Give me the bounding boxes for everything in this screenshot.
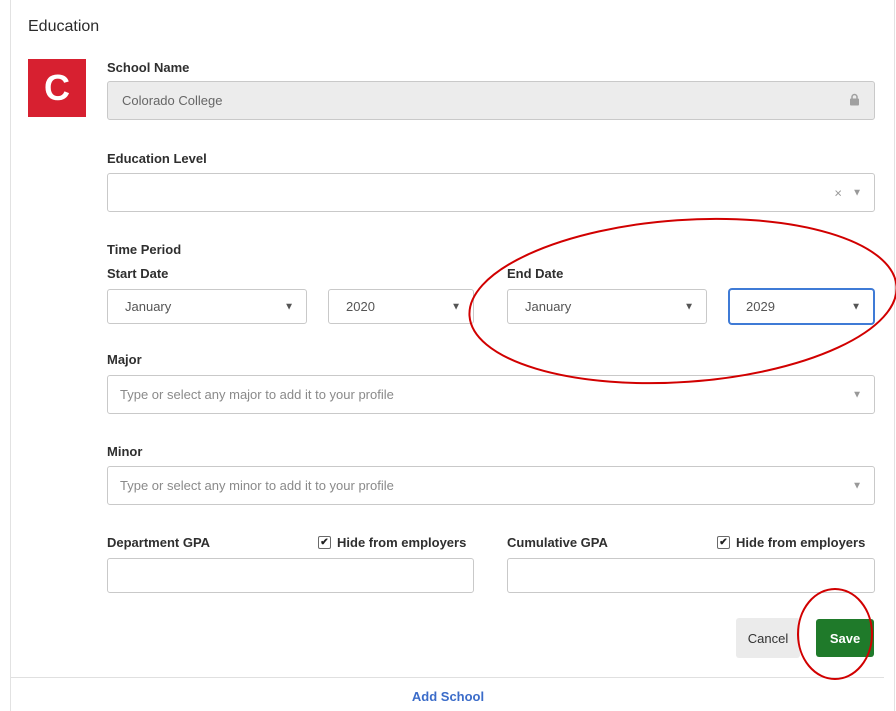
time-period-label: Time Period xyxy=(107,242,182,257)
major-label: Major xyxy=(107,352,142,367)
department-hide-checkbox[interactable]: ✔ Hide from employers xyxy=(318,535,466,550)
lock-icon xyxy=(849,93,860,108)
cumulative-hide-label: Hide from employers xyxy=(736,535,866,550)
school-name-field: Colorado College xyxy=(107,81,875,120)
minor-select[interactable]: Type or select any minor to add it to yo… xyxy=(107,466,875,505)
cumulative-gpa-input[interactable] xyxy=(507,558,875,593)
start-date-label: Start Date xyxy=(107,266,169,281)
school-logo: C xyxy=(28,59,86,117)
cumulative-gpa-label: Cumulative GPA xyxy=(507,535,608,550)
start-year-select[interactable]: 2020 ▼ xyxy=(328,289,474,324)
chevron-down-icon: ▼ xyxy=(852,389,862,400)
end-month-select[interactable]: January ▼ xyxy=(507,289,707,324)
department-hide-label: Hide from employers xyxy=(337,535,467,550)
chevron-down-icon: ▼ xyxy=(284,301,294,312)
end-year-value: 2029 xyxy=(746,299,775,314)
major-select[interactable]: Type or select any major to add it to yo… xyxy=(107,375,875,414)
end-month-value: January xyxy=(525,299,572,314)
save-button[interactable]: Save xyxy=(816,619,874,657)
chevron-down-icon: ▼ xyxy=(851,301,861,312)
checkbox-checked-icon[interactable]: ✔ xyxy=(318,536,331,549)
add-school-link[interactable]: Add School xyxy=(0,689,896,704)
chevron-down-icon: ▼ xyxy=(451,301,461,312)
chevron-down-icon[interactable]: ▼ xyxy=(852,187,862,198)
department-gpa-label: Department GPA xyxy=(107,535,211,550)
checkbox-checked-icon[interactable]: ✔ xyxy=(717,536,730,549)
clear-icon[interactable]: × xyxy=(834,185,842,200)
section-title: Education xyxy=(28,18,100,35)
minor-placeholder: Type or select any minor to add it to yo… xyxy=(120,478,394,493)
minor-label: Minor xyxy=(107,444,143,459)
footer-divider xyxy=(11,677,884,678)
start-month-select[interactable]: January ▼ xyxy=(107,289,307,324)
cancel-button[interactable]: Cancel xyxy=(736,618,800,658)
end-year-select[interactable]: 2029 ▼ xyxy=(729,289,874,324)
start-month-value: January xyxy=(125,299,172,314)
department-gpa-input[interactable] xyxy=(107,558,474,593)
education-level-select[interactable]: × ▼ xyxy=(107,173,875,212)
school-name-label: School Name xyxy=(107,60,190,75)
end-date-label: End Date xyxy=(507,266,564,281)
major-placeholder: Type or select any major to add it to yo… xyxy=(120,387,394,402)
school-name-value: Colorado College xyxy=(122,93,223,108)
school-logo-letter: C xyxy=(44,67,70,108)
chevron-down-icon: ▼ xyxy=(852,480,862,491)
education-level-label: Education Level xyxy=(107,151,207,166)
cumulative-hide-checkbox[interactable]: ✔ Hide from employers xyxy=(717,535,865,550)
chevron-down-icon: ▼ xyxy=(684,301,694,312)
start-year-value: 2020 xyxy=(346,299,375,314)
